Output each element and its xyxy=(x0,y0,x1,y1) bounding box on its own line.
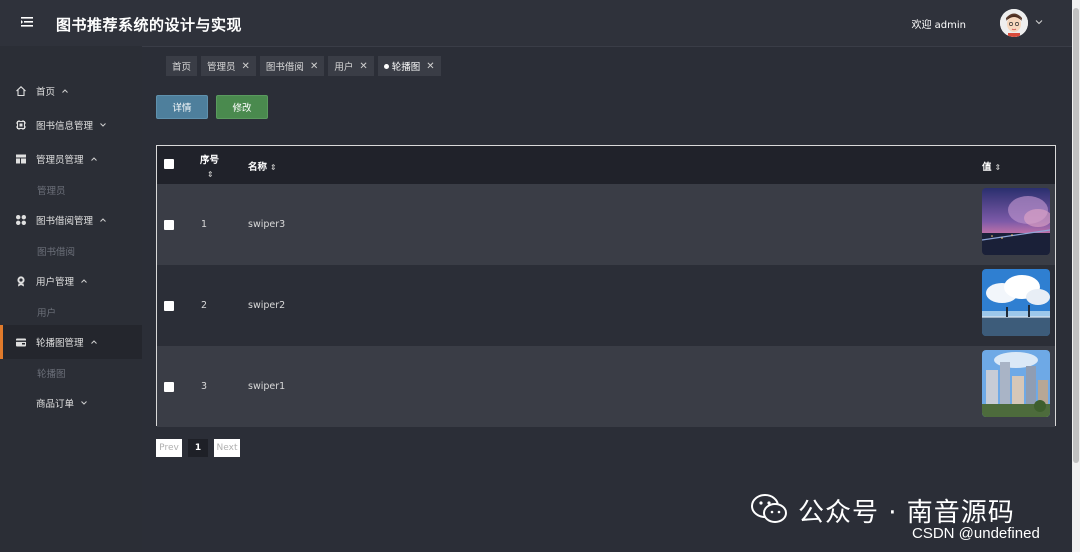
chevron-up-icon xyxy=(90,338,98,346)
tab-borrow[interactable]: 图书借阅 ✕ xyxy=(259,56,325,76)
grid-icon xyxy=(15,214,27,226)
sidebar-item-book-info[interactable]: 图书信息管理 xyxy=(0,108,142,142)
close-icon[interactable]: ✕ xyxy=(310,61,318,72)
cell-index: 3 xyxy=(201,381,208,392)
page-scrollbar[interactable] xyxy=(1072,0,1080,552)
row-checkbox[interactable] xyxy=(164,382,174,392)
sidebar-item-admin-mgmt[interactable]: 管理员管理 xyxy=(0,142,142,176)
top-bar: 图书推荐系统的设计与实现 欢迎 admin xyxy=(0,0,1080,46)
layout-icon xyxy=(15,153,27,165)
select-all-checkbox[interactable] xyxy=(164,159,174,169)
blank-icon xyxy=(15,397,27,409)
csdn-watermark: CSDN @undefined xyxy=(912,525,1040,542)
sidebar-subitem-borrow[interactable]: 图书借阅 xyxy=(37,244,75,258)
sidebar-item-carousel-mgmt[interactable]: 轮播图管理 xyxy=(0,325,142,359)
cell-index: 2 xyxy=(201,300,208,311)
tab-user[interactable]: 用户 ✕ xyxy=(328,56,374,76)
sort-icon[interactable]: ⇕ xyxy=(270,163,277,172)
next-page-button[interactable]: Next xyxy=(214,439,240,457)
chevron-down-icon xyxy=(80,399,88,407)
chevron-up-icon xyxy=(99,216,107,224)
close-icon[interactable]: ✕ xyxy=(242,61,250,72)
sidebar-item-user-mgmt[interactable]: 用户管理 xyxy=(0,264,142,298)
sidebar-item-label: 用户管理 xyxy=(36,277,75,288)
city-buildings-image[interactable] xyxy=(982,350,1050,417)
chevron-down-icon xyxy=(99,121,107,129)
sidebar-item-orders[interactable]: 商品订单 xyxy=(0,386,142,420)
chevron-up-icon xyxy=(90,155,98,163)
sidebar-subitem-carousel[interactable]: 轮播图 xyxy=(37,366,66,380)
tab-home[interactable]: 首页 xyxy=(166,56,198,76)
data-table: 序号 ⇕ 名称 ⇕ 值 ⇕ 1 swiper3 2 swiper2 3 swip… xyxy=(156,145,1056,427)
sidebar-item-label: 管理员管理 xyxy=(36,155,84,166)
cell-index: 1 xyxy=(201,219,208,230)
row-checkbox[interactable] xyxy=(164,220,174,230)
table-header: 序号 ⇕ 名称 ⇕ 值 ⇕ xyxy=(157,146,1055,184)
wechat-icon xyxy=(750,492,788,526)
tab-admin[interactable]: 管理员 ✕ xyxy=(201,56,256,76)
page-number-button[interactable]: 1 xyxy=(188,439,208,457)
table-row[interactable]: 1 swiper3 xyxy=(157,184,1055,265)
table-row[interactable]: 3 swiper1 xyxy=(157,346,1055,427)
menu-toggle-icon[interactable] xyxy=(20,15,34,29)
tab-carousel[interactable]: 轮播图 ✕ xyxy=(377,56,441,76)
column-label: 值 xyxy=(982,162,992,173)
night-sky-city-image[interactable] xyxy=(982,188,1050,255)
column-label: 序号 xyxy=(200,155,220,166)
tab-bar: 首页 管理员 ✕ 图书借阅 ✕ 用户 ✕ 轮播图 ✕ xyxy=(166,56,445,76)
cell-name: swiper1 xyxy=(248,381,286,392)
sidebar-item-label: 商品订单 xyxy=(36,399,75,410)
column-header-name[interactable]: 名称 ⇕ xyxy=(248,159,277,173)
scrollbar-thumb[interactable] xyxy=(1073,8,1079,463)
cloudy-bridge-image[interactable] xyxy=(982,269,1050,336)
wechat-watermark: 公众号 · 南音源码 xyxy=(798,498,1015,528)
sidebar-subitem-user[interactable]: 用户 xyxy=(37,305,56,319)
sidebar-item-label: 图书信息管理 xyxy=(36,121,94,132)
column-label: 名称 xyxy=(248,162,268,173)
chevron-up-icon xyxy=(61,87,69,95)
wallet-icon xyxy=(15,336,27,348)
row-checkbox[interactable] xyxy=(164,301,174,311)
app-title: 图书推荐系统的设计与实现 xyxy=(56,16,243,34)
sidebar-item-label: 首页 xyxy=(36,87,56,98)
chevron-down-icon[interactable] xyxy=(1034,17,1044,27)
sidebar-item-label: 轮播图管理 xyxy=(36,338,84,349)
user-badge-icon xyxy=(15,275,27,287)
sidebar-item-borrow-mgmt[interactable]: 图书借阅管理 xyxy=(0,203,142,237)
active-dot-icon xyxy=(383,63,389,69)
sidebar-item-home[interactable]: 首页 xyxy=(0,74,142,108)
tab-label: 管理员 xyxy=(207,62,236,73)
tab-label: 轮播图 xyxy=(391,62,421,73)
column-header-index[interactable]: 序号 ⇕ xyxy=(200,152,219,180)
cell-name: swiper3 xyxy=(248,219,286,230)
home-icon xyxy=(15,85,27,97)
edit-button[interactable]: 修改 xyxy=(216,95,268,119)
sidebar-subitem-admin[interactable]: 管理员 xyxy=(37,183,66,197)
close-icon[interactable]: ✕ xyxy=(359,61,367,72)
chevron-up-icon xyxy=(80,277,88,285)
table-row[interactable]: 2 swiper2 xyxy=(157,265,1055,346)
avatar[interactable] xyxy=(1000,9,1028,37)
sidebar-item-label: 图书借阅管理 xyxy=(36,216,94,227)
sort-icon[interactable]: ⇕ xyxy=(207,170,214,179)
sort-icon[interactable]: ⇕ xyxy=(995,163,1002,172)
close-icon[interactable]: ✕ xyxy=(426,61,434,72)
cell-name: swiper2 xyxy=(248,300,286,311)
welcome-text: 欢迎 admin xyxy=(911,20,966,31)
column-header-value[interactable]: 值 ⇕ xyxy=(982,159,1001,173)
tab-label: 用户 xyxy=(334,62,354,73)
detail-button[interactable]: 详情 xyxy=(156,95,208,119)
chip-icon xyxy=(15,119,27,131)
sidebar: 首页 图书信息管理 管理员管理 管理员 图书借阅管理 图书借阅 用户管理 用户 … xyxy=(0,46,142,552)
tab-label: 首页 xyxy=(172,62,192,73)
tab-label: 图书借阅 xyxy=(265,62,304,73)
prev-page-button[interactable]: Prev xyxy=(156,439,182,457)
